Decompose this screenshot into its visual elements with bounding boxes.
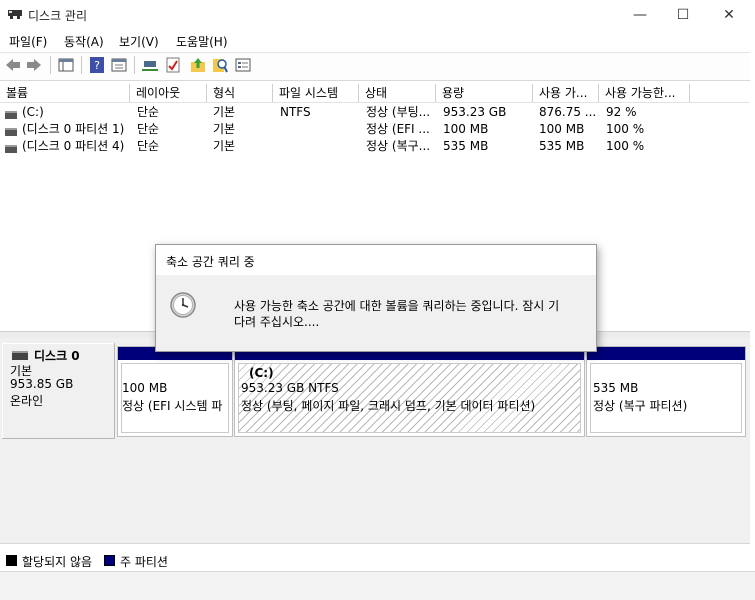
drive-icon	[5, 125, 17, 139]
partition-status: 정상 (복구 파티션)	[593, 399, 688, 413]
table-cell-percent-free: 100 %	[606, 122, 645, 136]
dialog-title: 축소 공간 쿼리 중	[166, 255, 255, 269]
table-cell-status: 정상 (복구...	[366, 139, 431, 153]
console-tree-icon[interactable]	[57, 56, 75, 74]
table-cell-type: 기본	[213, 122, 236, 136]
partition-size: 100 MB	[122, 381, 168, 395]
legend-swatch-primary	[104, 555, 115, 566]
column-header-type[interactable]: 형식	[207, 84, 273, 102]
disk-name: 디스크 0	[34, 349, 80, 363]
forward-icon[interactable]	[25, 56, 43, 74]
toolbar-separator	[50, 56, 51, 74]
partition-c[interactable]: (C:) 953.23 GB NTFS 정상 (부팅, 페이지 파일, 크래시 …	[234, 346, 585, 437]
details-icon[interactable]	[234, 56, 252, 74]
column-header-free-space[interactable]: 사용 가...	[533, 84, 599, 102]
partition-size: 953.23 GB NTFS	[241, 381, 339, 395]
table-cell-status: 정상 (부팅...	[366, 105, 431, 119]
table-cell-capacity: 953.23 GB	[443, 105, 507, 119]
partition-recovery[interactable]: 535 MB 정상 (복구 파티션)	[586, 346, 746, 437]
table-cell-free-space: 876.75 ...	[539, 105, 597, 119]
back-icon[interactable]	[4, 56, 22, 74]
table-cell-type: 기본	[213, 139, 236, 153]
disk-icon	[12, 349, 28, 363]
status-bar	[0, 571, 755, 600]
partition-status: 정상 (부팅, 페이지 파일, 크래시 덤프, 기본 데이터 파티션)	[241, 399, 536, 413]
table-cell-volume[interactable]: (디스크 0 파티션 4)	[22, 138, 130, 154]
clock-icon	[170, 292, 196, 318]
table-cell-capacity: 535 MB	[443, 139, 489, 153]
column-header-file-system[interactable]: 파일 시스템	[273, 84, 359, 102]
menu-view[interactable]: 보기(V)	[119, 33, 159, 50]
minimize-button[interactable]: —	[617, 0, 663, 30]
toolbar-separator	[134, 56, 135, 74]
maximize-button[interactable]: ☐	[660, 0, 706, 30]
table-cell-percent-free: 100 %	[606, 139, 645, 153]
window-title: 디스크 관리	[28, 9, 88, 23]
primary-partition-bar	[587, 347, 745, 360]
disk-management-icon	[8, 10, 22, 19]
drive-icon	[5, 142, 17, 156]
disk-status: 온라인	[10, 394, 44, 408]
help-icon[interactable]: ?	[88, 56, 106, 74]
table-cell-file-system: NTFS	[280, 105, 311, 119]
table-cell-file-system	[280, 121, 356, 137]
table-cell-capacity: 100 MB	[443, 122, 489, 136]
dialog-title-bar: 축소 공간 쿼리 중	[156, 245, 596, 275]
menu-action[interactable]: 동작(A)	[64, 33, 104, 50]
menu-bar	[0, 30, 755, 52]
column-header-status[interactable]: 상태	[359, 84, 436, 102]
menu-file[interactable]: 파일(F)	[9, 33, 47, 50]
svg-text:?: ?	[94, 59, 100, 72]
table-cell-volume[interactable]: (C:)	[22, 104, 130, 120]
table-cell-layout: 단순	[137, 139, 160, 153]
table-cell-free-space: 100 MB	[539, 122, 585, 136]
legend-label-unallocated: 할당되지 않음	[22, 555, 93, 569]
search-icon[interactable]	[211, 56, 229, 74]
table-cell-free-space: 535 MB	[539, 139, 585, 153]
partition-efi[interactable]: 100 MB 정상 (EFI 시스템 파	[117, 346, 233, 437]
column-header-layout[interactable]: 레이아웃	[130, 84, 207, 102]
column-header-percent-free[interactable]: 사용 가능한...	[599, 84, 690, 102]
menu-help[interactable]: 도움말(H)	[176, 33, 228, 50]
partition-size: 535 MB	[593, 381, 639, 395]
toolbar-separator	[81, 56, 82, 74]
table-cell-volume[interactable]: (디스크 0 파티션 1)	[22, 121, 130, 137]
legend-swatch-unallocated	[6, 555, 17, 566]
shrink-query-dialog: 축소 공간 쿼리 중 사용 가능한 축소 공간에 대한 볼륨을 쿼리하는 중입니…	[155, 244, 597, 352]
dialog-message-line-2: 다려 주십시오....	[234, 315, 320, 329]
table-cell-file-system	[280, 138, 356, 154]
dialog-message: 사용 가능한 축소 공간에 대한 볼륨을 쿼리하는 중입니다. 잠시 기 다려 …	[234, 298, 586, 330]
legend-label-primary: 주 파티션	[120, 555, 168, 569]
column-header-volume[interactable]: 볼륨	[0, 84, 130, 102]
column-header-capacity[interactable]: 용량	[436, 84, 533, 102]
close-button[interactable]: ✕	[706, 0, 752, 30]
properties-icon[interactable]	[110, 56, 128, 74]
table-cell-type: 기본	[213, 105, 236, 119]
table-cell-layout: 단순	[137, 105, 160, 119]
table-cell-status: 정상 (EFI ...	[366, 122, 430, 136]
table-cell-layout: 단순	[137, 122, 160, 136]
header-divider	[0, 102, 750, 103]
check-icon[interactable]	[164, 56, 182, 74]
partition-title: (C:)	[249, 366, 274, 380]
partition-status: 정상 (EFI 시스템 파	[122, 399, 223, 413]
connect-icon[interactable]	[141, 56, 159, 74]
table-cell-percent-free: 92 %	[606, 105, 637, 119]
drive-icon	[5, 108, 17, 122]
window-right-edge	[750, 30, 755, 571]
disk-size: 953.85 GB	[10, 377, 74, 391]
dialog-message-line-1: 사용 가능한 축소 공간에 대한 볼륨을 쿼리하는 중입니다. 잠시 기	[234, 299, 560, 313]
folder-up-icon[interactable]	[189, 56, 207, 74]
